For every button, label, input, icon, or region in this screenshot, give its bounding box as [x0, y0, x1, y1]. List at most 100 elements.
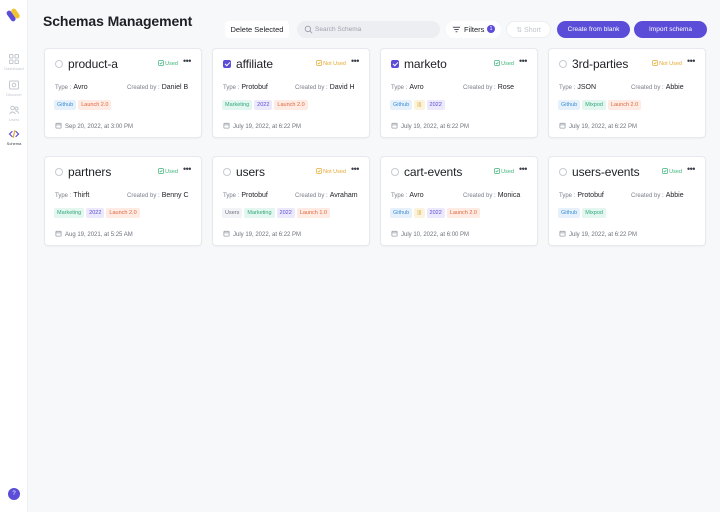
tag[interactable]: 2022	[426, 208, 445, 218]
created-by-field: Created by : Abbie	[631, 84, 684, 91]
calendar-icon	[55, 122, 62, 129]
type-label: Type :	[559, 85, 576, 91]
tag[interactable]: Github	[558, 208, 581, 218]
sort-button[interactable]: ⇅ Short	[506, 21, 551, 38]
warning-square-icon	[316, 168, 322, 174]
tag[interactable]: Launch 2.0	[78, 100, 112, 110]
tag[interactable]: Marketing	[244, 208, 275, 218]
type-field: Type : Thirft	[55, 192, 89, 199]
usage-status-text: Used	[501, 61, 514, 67]
tag[interactable]: |||	[414, 208, 425, 218]
schema-card[interactable]: partners Used ••• Type : Thirft Created b…	[44, 156, 202, 246]
schema-card[interactable]: marketo Used ••• Type : Avro Created by :…	[380, 48, 538, 138]
created-by-label: Created by :	[631, 193, 664, 199]
schema-date: July 19, 2022, at 6:22 PM	[559, 122, 637, 130]
schema-date: July 19, 2022, at 6:22 PM	[391, 122, 469, 130]
tag[interactable]: Launch 2.0	[106, 208, 140, 218]
grid-icon	[9, 54, 19, 64]
type-value: Protobuf	[241, 192, 268, 199]
tag[interactable]: Launch 2.0	[446, 208, 480, 218]
schema-card[interactable]: cart-events Used ••• Type : Avro Created …	[380, 156, 538, 246]
card-checkbox[interactable]	[559, 60, 567, 68]
more-options-icon[interactable]: •••	[687, 165, 697, 174]
sidebar-item-users[interactable]: Users	[0, 104, 28, 122]
tag[interactable]: 2022	[426, 100, 445, 110]
schema-card[interactable]: users Not Used ••• Type : Protobuf Create…	[212, 156, 370, 246]
tag[interactable]: Users	[222, 208, 243, 218]
card-checkbox[interactable]	[55, 60, 63, 68]
type-label: Type :	[223, 193, 240, 199]
import-schema-button[interactable]: Import schema	[634, 21, 707, 38]
avatar[interactable]: ?	[8, 488, 20, 500]
tag[interactable]: Mixpod	[582, 100, 606, 110]
tag-list: Github Mixpod	[558, 208, 608, 218]
tag-list: Github ||| 2022 Launch 2.0	[390, 208, 482, 218]
card-checkbox[interactable]	[391, 168, 399, 176]
tag[interactable]: Launch 1.0	[296, 208, 330, 218]
create-from-blank-button[interactable]: Create from blank	[557, 21, 630, 38]
sidebar-item-label: Users	[8, 117, 20, 122]
created-by-field: Created by : Daniel B	[127, 84, 188, 91]
card-checkbox[interactable]	[391, 60, 399, 68]
created-by-field: Created by : Avraham	[295, 192, 358, 199]
compass-icon	[9, 80, 19, 90]
sidebar-item-discover[interactable]: Discover	[0, 79, 28, 97]
card-checkbox[interactable]	[55, 168, 63, 176]
delete-selected-button[interactable]: Delete Selected	[225, 21, 289, 38]
tag[interactable]: |||	[414, 100, 425, 110]
more-options-icon[interactable]: •••	[183, 57, 193, 66]
sort-label: Short	[524, 26, 541, 34]
tag[interactable]: Github	[390, 208, 413, 218]
tag[interactable]: Github	[558, 100, 581, 110]
sidebar-item-schema[interactable]: Schema	[0, 128, 28, 146]
filter-icon	[452, 26, 461, 33]
date-text: July 19, 2022, at 6:22 PM	[233, 232, 302, 238]
created-by-value: Abbie	[665, 84, 684, 91]
tag[interactable]: 2022	[86, 208, 105, 218]
schema-date: Aug 19, 2021, at 5:25 AM	[55, 230, 133, 238]
date-text: Aug 19, 2021, at 5:25 AM	[65, 232, 133, 238]
more-options-icon[interactable]: •••	[351, 57, 361, 66]
type-value: JSON	[577, 84, 597, 91]
more-options-icon[interactable]: •••	[519, 57, 529, 66]
schema-card[interactable]: affiliate Not Used ••• Type : Protobuf Cr…	[212, 48, 370, 138]
tag[interactable]: 2022	[254, 100, 273, 110]
tag[interactable]: Marketing	[54, 208, 85, 218]
more-options-icon[interactable]: •••	[687, 57, 697, 66]
code-icon	[8, 129, 20, 139]
tag[interactable]: Mixpod	[582, 208, 606, 218]
schema-name: marketo	[404, 57, 447, 71]
tag-list: Github ||| 2022	[390, 100, 447, 110]
schema-card[interactable]: 3rd-parties Not Used ••• Type : JSON Crea…	[548, 48, 706, 138]
type-field: Type : Protobuf	[223, 84, 268, 91]
date-text: July 10, 2022, at 6:00 PM	[401, 232, 470, 238]
usage-status-text: Used	[165, 61, 178, 67]
search-input[interactable]	[315, 23, 433, 36]
created-by-field: Created by : Abbie	[631, 192, 684, 199]
schema-card[interactable]: users-events Used ••• Type : Protobuf Cre…	[548, 156, 706, 246]
more-options-icon[interactable]: •••	[183, 165, 193, 174]
page-title: Schemas Management	[43, 13, 193, 29]
schema-name: product-a	[68, 57, 118, 71]
app-logo-icon[interactable]	[6, 6, 22, 22]
card-checkbox[interactable]	[223, 60, 231, 68]
card-checkbox[interactable]	[223, 168, 231, 176]
created-by-value: Rose	[497, 84, 515, 91]
created-by-value: Abbie	[665, 192, 684, 199]
more-options-icon[interactable]: •••	[351, 165, 361, 174]
usage-status-text: Used	[501, 169, 514, 175]
tag[interactable]: Launch 2.0	[607, 100, 642, 110]
search-box	[297, 21, 440, 38]
filters-button[interactable]: Filters 1	[446, 21, 501, 38]
tag[interactable]: Github	[390, 100, 413, 110]
calendar-icon	[391, 122, 398, 129]
tag[interactable]: Github	[54, 100, 77, 110]
tag[interactable]: Launch 2.0	[274, 100, 308, 110]
more-options-icon[interactable]: •••	[519, 165, 529, 174]
card-checkbox[interactable]	[559, 168, 567, 176]
check-circle-icon	[494, 168, 501, 174]
tag[interactable]: Marketing	[222, 100, 253, 110]
schema-card[interactable]: product-a Used ••• Type : Avro Created by…	[44, 48, 202, 138]
tag[interactable]: 2022	[276, 208, 295, 218]
sidebar-item-dashboard[interactable]: Dashboard	[0, 53, 28, 71]
